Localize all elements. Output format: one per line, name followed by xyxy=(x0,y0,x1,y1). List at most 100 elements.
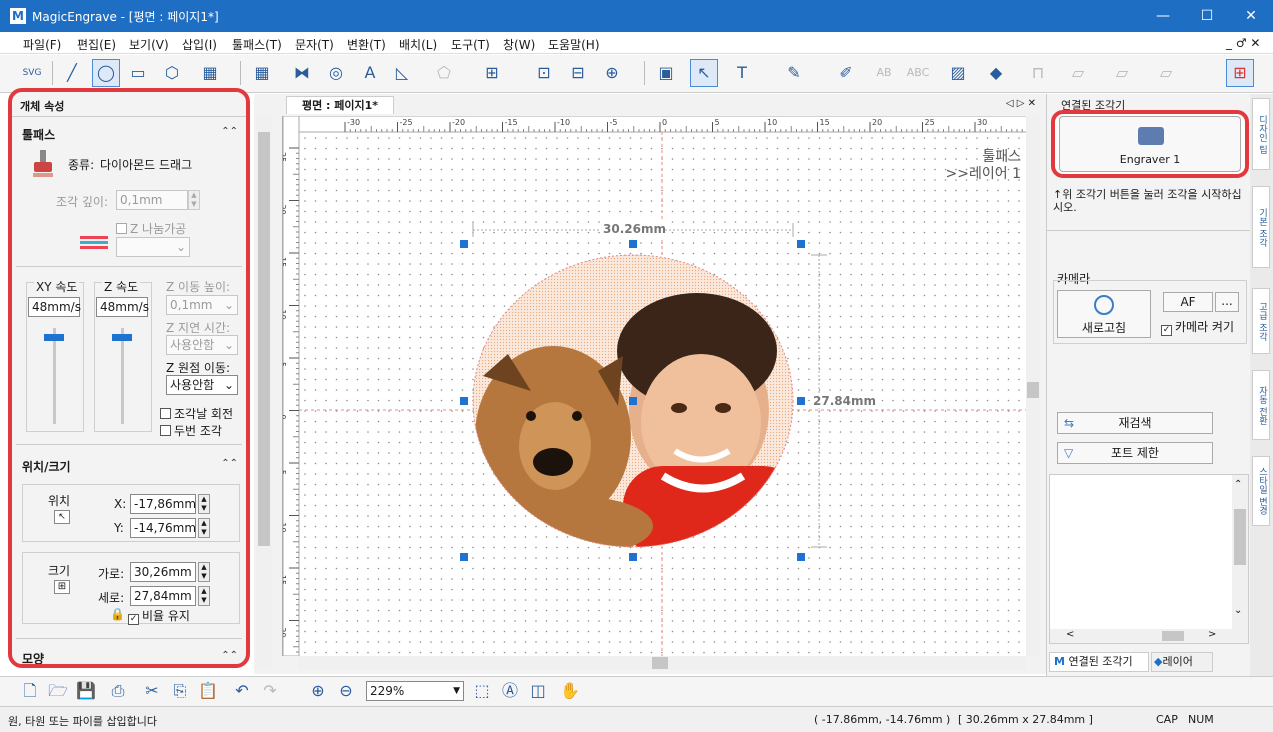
zoom-fit-icon[interactable]: ◫ xyxy=(524,677,552,705)
canvas-vscroll[interactable] xyxy=(1026,116,1040,656)
depth-spinner[interactable]: ▲ ▼ xyxy=(188,190,200,210)
zoom-all-icon[interactable]: Ⓐ xyxy=(496,677,524,705)
menu-edit[interactable]: 편집(E) xyxy=(77,36,116,53)
zoom-region-icon[interactable]: ⬚ xyxy=(468,677,496,705)
node-edit-icon[interactable]: ✎ xyxy=(780,59,808,87)
paste-icon[interactable]: 📋 xyxy=(194,677,222,705)
array-icon[interactable]: ▣ xyxy=(652,59,680,87)
camera-on-checkbox[interactable]: ✓ 카메라 켜기 xyxy=(1161,318,1234,336)
resize-handle-se[interactable] xyxy=(797,553,805,561)
table-tool-icon[interactable]: ▦ xyxy=(248,59,276,87)
group-icon[interactable]: ⊡ xyxy=(530,59,558,87)
af-button[interactable]: AF xyxy=(1163,292,1213,312)
resize-handle-sw[interactable] xyxy=(460,553,468,561)
height-spinner[interactable]: ▲ ▼ xyxy=(198,586,210,606)
y-input[interactable]: -14,76mm xyxy=(130,518,196,538)
refresh-button[interactable]: 새로고침 xyxy=(1057,290,1151,338)
measure-icon[interactable]: ◺ xyxy=(388,59,416,87)
text-tool-icon[interactable]: A xyxy=(356,59,384,87)
align-icon[interactable]: ⊞ xyxy=(478,59,506,87)
line-tool-icon[interactable]: ╱ xyxy=(58,59,86,87)
frame-disabled-icon[interactable]: ▱ xyxy=(1064,59,1092,87)
z-origin-select[interactable]: 사용안함 ⌄ xyxy=(166,375,238,395)
zoom-out-icon[interactable]: ⊖ xyxy=(332,677,360,705)
menu-insert[interactable]: 삽입(I) xyxy=(182,36,217,53)
z-speed-slider[interactable] xyxy=(112,328,132,424)
zoom-in-icon[interactable]: ⊕ xyxy=(304,677,332,705)
side-tab-advanced-engrave[interactable]: 고급 조각 xyxy=(1252,288,1270,354)
height-input[interactable]: 27,84mm xyxy=(130,586,196,606)
menu-help[interactable]: 도움말(H) xyxy=(548,36,600,53)
menu-transform[interactable]: 변환(T) xyxy=(347,36,386,53)
x-spinner[interactable]: ▲ ▼ xyxy=(198,494,210,514)
camera-more-button[interactable]: ... xyxy=(1215,292,1239,312)
shape-disabled-icon[interactable]: ⬠ xyxy=(430,59,458,87)
mirror-icon[interactable]: ⧓ xyxy=(288,59,316,87)
undo-icon[interactable]: ↶ xyxy=(228,677,256,705)
cut-icon[interactable]: ✂ xyxy=(138,677,166,705)
text-style-ab-icon[interactable]: AB xyxy=(870,59,898,87)
eraser-icon[interactable]: ◆ xyxy=(982,59,1010,87)
pen-icon[interactable]: ✐ xyxy=(832,59,860,87)
resize-handle-nw[interactable] xyxy=(460,240,468,248)
polygon-tool-icon[interactable]: ⬡ xyxy=(158,59,186,87)
resize-handle-n[interactable] xyxy=(629,240,637,248)
select-arrow-icon[interactable]: ↖ xyxy=(690,59,718,87)
distribute-v-icon[interactable]: ⊕ xyxy=(598,59,626,87)
minimize-button[interactable]: — xyxy=(1141,0,1185,32)
z-split-check[interactable]: Z 나눔가공 xyxy=(116,220,186,237)
width-spinner[interactable]: ▲ ▼ xyxy=(198,562,210,582)
frame3-disabled-icon[interactable]: ▱ xyxy=(1152,59,1180,87)
engraver-1-button[interactable]: Engraver 1 xyxy=(1059,116,1241,172)
ellipse-tool-icon[interactable]: ◯ xyxy=(92,59,120,87)
resize-handle-e[interactable] xyxy=(797,397,805,405)
print-icon[interactable]: ⎙ xyxy=(104,677,132,705)
tab-nav-controls[interactable]: ◁ ▷ ✕ xyxy=(1006,98,1036,109)
z-move-height-select[interactable]: 0,1mm ⌄ xyxy=(166,295,238,315)
text-cursor-icon[interactable]: T xyxy=(728,59,756,87)
frame2-disabled-icon[interactable]: ▱ xyxy=(1108,59,1136,87)
y-spinner[interactable]: ▲ ▼ xyxy=(198,518,210,538)
distribute-h-icon[interactable]: ⊟ xyxy=(564,59,592,87)
rectangle-tool-icon[interactable]: ▭ xyxy=(124,59,152,87)
z-delay-select[interactable]: 사용안함 ⌄ xyxy=(166,335,238,355)
new-file-icon[interactable]: 🗋 xyxy=(16,677,44,705)
port-limit-button[interactable]: ▽ 포트 제한 xyxy=(1057,442,1213,464)
menu-arrange[interactable]: 배치(L) xyxy=(399,36,437,53)
redo-icon[interactable]: ↷ xyxy=(256,677,284,705)
svg-import-icon[interactable]: SVG xyxy=(18,59,46,87)
z-speed-input[interactable]: 48mm/s xyxy=(96,297,149,317)
collapse-icon[interactable]: ⌃⌃ xyxy=(221,126,238,137)
qrcode-tool-icon[interactable]: ▦ xyxy=(196,59,224,87)
anchor-icon[interactable]: ↖ xyxy=(54,510,70,524)
copy-icon[interactable]: ⎘ xyxy=(166,677,194,705)
resize-icon[interactable]: ⊞ xyxy=(54,580,70,594)
menu-tools[interactable]: 도구(T) xyxy=(451,36,490,53)
twice-checkbox[interactable]: 두번 조각 xyxy=(160,422,222,439)
engraver-list[interactable]: ⌃ ⌄ < > xyxy=(1049,474,1249,644)
maximize-button[interactable]: ☐ xyxy=(1185,0,1229,32)
rotate-checkbox[interactable]: 조각날 회전 xyxy=(160,405,233,422)
canvas-hscroll[interactable] xyxy=(298,656,1026,670)
crosshair-grid-icon[interactable]: ⊞ xyxy=(1226,59,1254,87)
image-icon[interactable]: ▨ xyxy=(944,59,972,87)
open-folder-icon[interactable]: 🗁 xyxy=(44,677,72,705)
rescan-button[interactable]: ⇆ 재검색 xyxy=(1057,412,1213,434)
resize-handle-w[interactable] xyxy=(460,397,468,405)
close-button[interactable]: ✕ xyxy=(1229,0,1273,32)
x-input[interactable]: -17,86mm xyxy=(130,494,196,514)
left-panel-scrollbar[interactable] xyxy=(256,116,272,668)
side-tab-style-change[interactable]: 스타일 변경 xyxy=(1252,456,1270,526)
menu-file[interactable]: 파일(F) xyxy=(23,36,61,53)
depth-input[interactable]: 0,1mm xyxy=(116,190,188,210)
menu-window[interactable]: 창(W) xyxy=(503,36,535,53)
design-canvas[interactable]: -30-25-20-15-10-505101520253035 25201510… xyxy=(282,116,1039,656)
menu-view[interactable]: 보기(V) xyxy=(129,36,169,53)
save-icon[interactable]: 💾 xyxy=(72,677,100,705)
keep-ratio-checkbox[interactable]: ✓ 비율 유지 xyxy=(128,607,190,625)
menu-toolpath[interactable]: 툴패스(T) xyxy=(232,36,282,53)
stamp-disabled-icon[interactable]: ⊓ xyxy=(1024,59,1052,87)
resize-handle-s[interactable] xyxy=(629,553,637,561)
text-style-abc-icon[interactable]: ABC xyxy=(904,59,932,87)
collapse-icon[interactable]: ⌃⌃ xyxy=(221,458,238,469)
